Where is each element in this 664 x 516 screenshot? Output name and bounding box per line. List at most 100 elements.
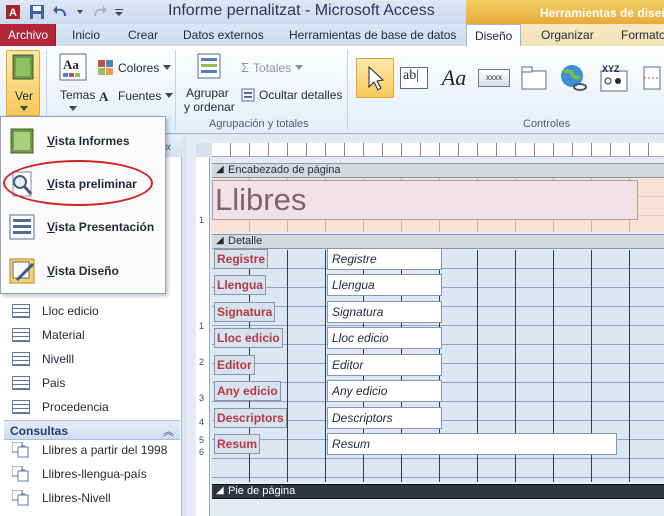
field-label[interactable]: Descriptors: [214, 408, 287, 428]
field-label[interactable]: Signatura: [214, 302, 276, 322]
vertical-ruler[interactable]: 1 1 2 3 4 5 6: [196, 157, 210, 516]
report-title-label[interactable]: Llibres: [212, 180, 638, 220]
save-icon[interactable]: [28, 3, 46, 21]
field-label[interactable]: Lloc edicio: [214, 328, 283, 348]
nav-query-item[interactable]: Llibres-llengua-país: [12, 462, 147, 486]
nav-table-item[interactable]: Pais: [12, 371, 65, 395]
query-icon: [12, 466, 29, 482]
section-arrow-icon: ◢: [216, 485, 224, 496]
field-control[interactable]: Signatura: [327, 301, 442, 323]
agrupar-label-1: Agrupar: [186, 86, 229, 100]
nav-query-item[interactable]: Llibres a partir del 1998: [12, 438, 167, 462]
accelerator-key: V: [47, 134, 55, 148]
field-control[interactable]: Descriptors: [327, 407, 442, 429]
field-label[interactable]: Resum: [214, 434, 261, 454]
nav-section-consultas[interactable]: Consultas ︽: [4, 420, 180, 440]
field-label[interactable]: Llengua: [214, 275, 267, 295]
access-logo-icon[interactable]: A: [4, 3, 22, 21]
tab-formato[interactable]: Formato: [621, 24, 664, 46]
collapse-section-icon[interactable]: ︽: [163, 423, 174, 439]
window-title: Informe pernalitzat - Microsoft Access: [168, 2, 435, 19]
undo-icon[interactable]: [52, 3, 70, 21]
chevron-down-icon: [165, 93, 174, 98]
detail-label: Detalle: [228, 235, 263, 247]
field-control[interactable]: Registre: [327, 248, 442, 270]
ocultar-detalles-button[interactable]: Ocultar detalles: [241, 88, 342, 102]
chevron-down-icon: [20, 106, 28, 111]
hyperlink-control[interactable]: [556, 58, 590, 98]
field-control[interactable]: Resum: [327, 433, 617, 455]
colores-button[interactable]: Colores: [98, 60, 172, 76]
ver-button[interactable]: Ver: [6, 50, 40, 116]
button-control[interactable]: xxxx: [476, 58, 512, 98]
field-control[interactable]: Llengua: [327, 274, 442, 296]
context-group-title: Herramientas de diseño: [466, 0, 664, 24]
label-control[interactable]: Aa: [438, 58, 470, 98]
field-control[interactable]: Editor: [327, 354, 442, 376]
field-control[interactable]: Lloc edicio: [327, 327, 442, 349]
svg-text:Aa: Aa: [63, 57, 79, 72]
page-footer-band[interactable]: [212, 499, 664, 516]
group-agrupacion-label: Agrupación y totales: [209, 118, 309, 130]
detail-section-bar[interactable]: ◢ Detalle: [212, 234, 664, 249]
table-icon: [12, 352, 30, 366]
nav-table-item[interactable]: Nivelll: [12, 347, 74, 371]
undo-dropdown-icon[interactable]: [76, 3, 84, 21]
ruler-number: 5: [199, 435, 205, 445]
tab-organizar[interactable]: Organizar: [541, 24, 594, 46]
svg-text:XYZ: XYZ: [602, 64, 620, 74]
option-group-control[interactable]: XYZ: [596, 58, 632, 98]
insert-page-break-control[interactable]: [640, 58, 664, 98]
group-sort-icon: [197, 53, 221, 79]
customize-qat-icon[interactable]: [114, 3, 124, 21]
field-label[interactable]: Editor: [214, 355, 255, 375]
nav-table-item[interactable]: Procedencia: [12, 395, 109, 419]
tab-diseno[interactable]: Diseño: [466, 24, 522, 46]
ruler-number: 4: [199, 417, 205, 427]
field-label[interactable]: Any edicio: [214, 381, 281, 401]
fuentes-button[interactable]: A Fuentes: [98, 88, 174, 104]
hide-details-icon: [241, 88, 255, 102]
chevron-down-icon: [295, 64, 304, 70]
tab-datos-externos[interactable]: Datos externos: [183, 24, 264, 46]
tab-control-icon: [521, 66, 547, 90]
page-header-section-bar[interactable]: ◢ Encabezado de página: [212, 163, 664, 178]
field-label[interactable]: Registre: [214, 249, 269, 269]
redo-icon[interactable]: [90, 3, 108, 21]
nav-table-label: Pais: [42, 376, 66, 390]
menu-item-vista-informes[interactable]: Vista Informes: [5, 121, 161, 161]
ruler-number: 6: [199, 447, 205, 457]
tab-herramientas-base-datos[interactable]: Herramientas de base de datos: [289, 24, 456, 46]
menu-item-vista-presentacion[interactable]: Vista Presentación: [5, 207, 161, 247]
totales-label: Totales: [253, 60, 292, 75]
nav-table-item[interactable]: Material: [12, 323, 85, 347]
table-icon: [12, 400, 30, 414]
page-footer-section-bar[interactable]: ◢ Pie de página: [212, 484, 664, 499]
nav-query-label: Llibres a partir del 1998: [42, 443, 168, 457]
nav-table-item[interactable]: Lloc edicio: [12, 299, 99, 323]
agrupar-ordenar-button[interactable]: Agrupar y ordenar: [184, 52, 235, 114]
horizontal-ruler[interactable]: [212, 143, 664, 157]
ruler-corner[interactable]: [196, 143, 212, 157]
nav-query-item[interactable]: Llibres-Nivell: [12, 486, 111, 510]
totales-button[interactable]: Σ Totales: [241, 60, 304, 75]
tab-crear[interactable]: Crear: [128, 24, 158, 46]
menu-item-vista-diseno[interactable]: Vista Diseño: [5, 251, 161, 291]
temas-label: Temas: [60, 88, 96, 102]
textbox-control[interactable]: ab|: [398, 58, 430, 98]
tab-inicio[interactable]: Inicio: [72, 24, 100, 46]
layout-view-icon: [9, 214, 35, 240]
tab-control[interactable]: [516, 58, 552, 98]
chevron-down-icon: [163, 65, 172, 70]
temas-button[interactable]: Aa Temas: [58, 52, 95, 111]
select-pointer-control[interactable]: [356, 58, 394, 98]
hyperlink-globe-icon: [561, 65, 587, 91]
section-arrow-icon: ◢: [216, 235, 224, 246]
field-control[interactable]: Any edicio: [327, 380, 442, 402]
tab-archivo[interactable]: Archivo: [0, 24, 56, 46]
query-icon: [12, 490, 29, 506]
option-group-icon: XYZ: [600, 64, 628, 92]
command-button-icon: xxxx: [478, 69, 510, 87]
highlight-annotation-ellipse: [3, 160, 153, 206]
report-view-icon: [10, 128, 34, 154]
